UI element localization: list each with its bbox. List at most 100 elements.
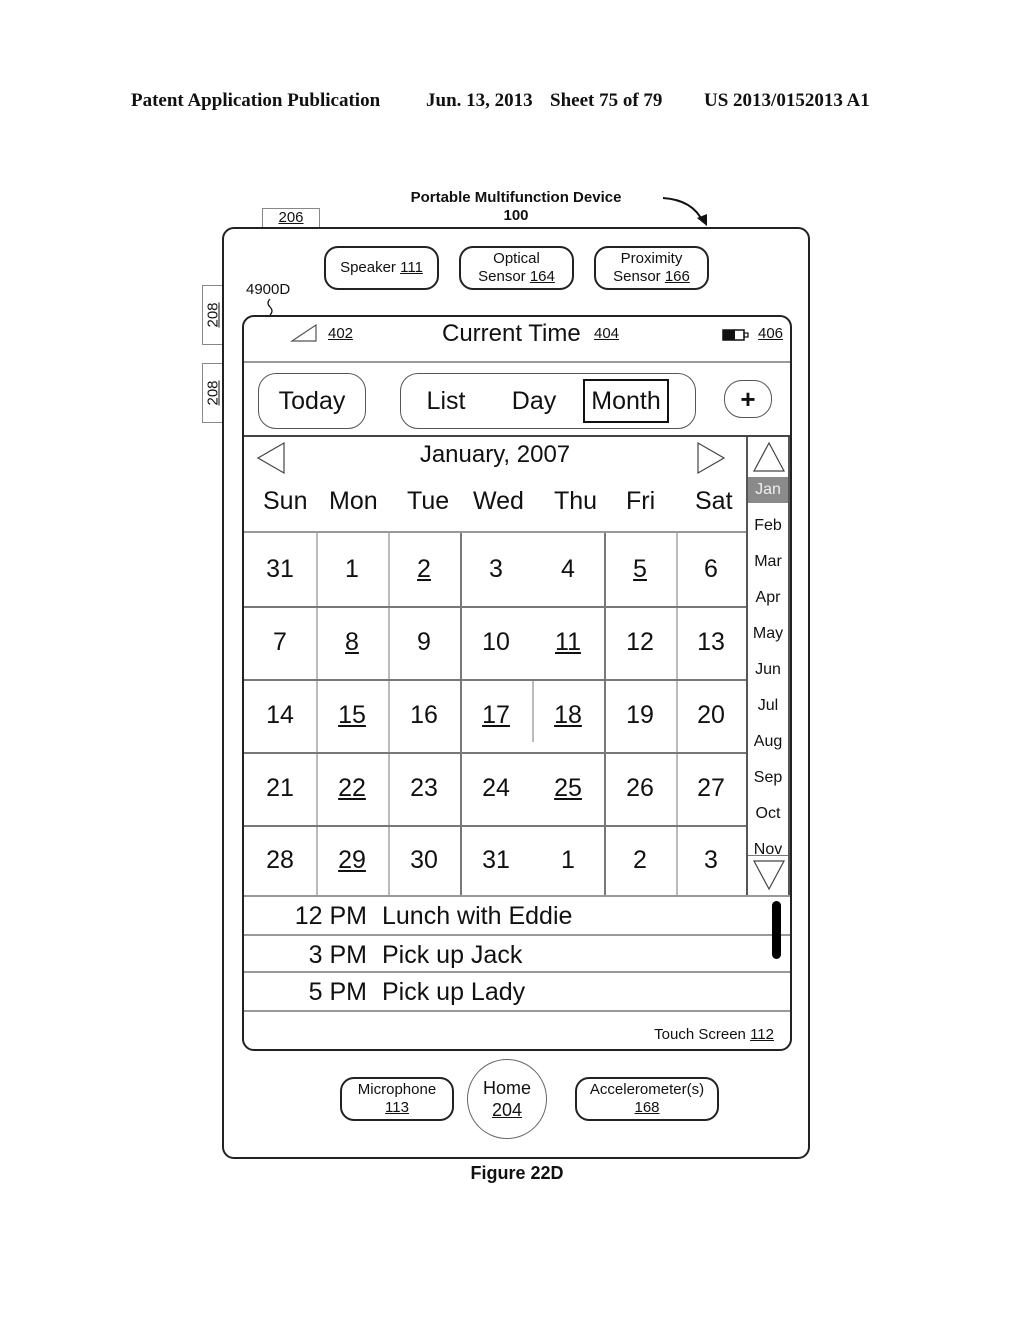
toolbar: Today List Day Month + bbox=[244, 363, 790, 437]
accelerometer-label: Accelerometer(s) bbox=[589, 1081, 705, 1098]
day-number: 10 bbox=[482, 628, 510, 656]
calendar-day-cell[interactable]: 9 bbox=[388, 606, 460, 679]
day-name-fri: Fri bbox=[626, 487, 656, 515]
calendar-day-cell[interactable]: 19 bbox=[604, 679, 676, 752]
proximity-sensor-component: Proximity Sensor 166 bbox=[594, 246, 709, 290]
calendar-day-cell[interactable]: 6 bbox=[676, 533, 746, 606]
calendar-day-cell[interactable]: 27 bbox=[676, 752, 746, 825]
scroll-down-arrow-icon[interactable] bbox=[752, 859, 786, 891]
day-number: 1 bbox=[561, 845, 575, 874]
month-item-feb[interactable]: Feb bbox=[748, 513, 788, 539]
calendar-day-cell[interactable]: 3 bbox=[460, 533, 532, 606]
calendar-day-cell[interactable]: 1 bbox=[532, 825, 604, 895]
home-button[interactable]: Home 204 bbox=[467, 1059, 547, 1139]
scroll-up-arrow-icon[interactable] bbox=[752, 441, 786, 473]
calendar-day-cell[interactable]: 22 bbox=[316, 752, 388, 825]
tab-month[interactable]: Month bbox=[583, 379, 669, 423]
day-number: 1 bbox=[345, 555, 359, 583]
calendar-day-cell[interactable]: 17 bbox=[460, 679, 532, 752]
day-number: 3 bbox=[704, 845, 718, 874]
calendar-day-cell[interactable]: 12 bbox=[604, 606, 676, 679]
month-item-oct[interactable]: Oct bbox=[748, 801, 788, 827]
event-list-scrollbar[interactable] bbox=[772, 901, 781, 959]
calendar-day-cell[interactable]: 30 bbox=[388, 825, 460, 895]
month-item-jun[interactable]: Jun bbox=[748, 657, 788, 683]
calendar-day-cell[interactable]: 31 bbox=[244, 533, 316, 606]
event-row[interactable]: 3 PM Pick up Jack bbox=[244, 934, 790, 973]
side-button-208-top[interactable]: 208 bbox=[202, 285, 222, 345]
add-event-button[interactable]: + bbox=[724, 380, 772, 418]
touch-screen-text: Touch Screen bbox=[654, 1026, 746, 1043]
day-number: 31 bbox=[266, 555, 294, 583]
calendar-day-cell[interactable]: 24 bbox=[460, 752, 532, 825]
microphone-label: Microphone bbox=[357, 1081, 437, 1098]
tab-month-label: Month bbox=[591, 386, 661, 415]
tab-day[interactable]: Day bbox=[499, 374, 569, 428]
side-button-label: 208 bbox=[204, 380, 221, 406]
battery-icon bbox=[722, 329, 749, 341]
month-title: January, 2007 bbox=[419, 441, 571, 468]
calendar-grid: 31 1 2 3 4 5 6 7 8 9 10 11 12 13 14 15 16 17 18 19 20 21 22 23 2… bbox=[244, 531, 746, 897]
calendar-day-cell[interactable]: 3 bbox=[676, 825, 746, 895]
calendar-day-cell[interactable]: 8 bbox=[316, 606, 388, 679]
month-item-jan[interactable]: Jan bbox=[748, 477, 788, 503]
calendar-day-cell[interactable]: 21 bbox=[244, 752, 316, 825]
calendar-day-cell[interactable]: 20 bbox=[676, 679, 746, 752]
calendar-day-cell[interactable]: 23 bbox=[388, 752, 460, 825]
today-label: Today bbox=[278, 386, 346, 415]
day-number: 12 bbox=[626, 628, 654, 656]
side-button-208-bottom[interactable]: 208 bbox=[202, 363, 222, 423]
month-item-aug[interactable]: Aug bbox=[748, 729, 788, 755]
day-number: 6 bbox=[704, 555, 718, 583]
month-item-apr[interactable]: Apr bbox=[748, 585, 788, 611]
calendar-day-cell[interactable]: 2 bbox=[388, 533, 460, 606]
calendar-day-cell[interactable]: 14 bbox=[244, 679, 316, 752]
month-item-sep[interactable]: Sep bbox=[748, 765, 788, 791]
day-number-with-event: 18 bbox=[554, 701, 582, 729]
proximity-sensor-ref: 166 bbox=[664, 268, 690, 285]
tab-list[interactable]: List bbox=[411, 374, 481, 428]
calendar-day-cell[interactable]: 15 bbox=[316, 679, 388, 752]
calendar-day-cell[interactable]: 28 bbox=[244, 825, 316, 895]
event-time: 5 PM bbox=[308, 978, 367, 1006]
day-name-thu: Thu bbox=[554, 487, 598, 515]
day-name-tue: Tue bbox=[407, 487, 450, 515]
calendar-day-cell[interactable]: 13 bbox=[676, 606, 746, 679]
calendar-day-cell[interactable]: 1 bbox=[316, 533, 388, 606]
calendar-day-cell[interactable]: 11 bbox=[532, 606, 604, 679]
speaker-label: Speaker bbox=[340, 259, 396, 276]
calendar-day-cell[interactable]: 4 bbox=[532, 533, 604, 606]
calendar-day-cell[interactable]: 25 bbox=[532, 752, 604, 825]
calendar-day-cell[interactable]: 5 bbox=[604, 533, 676, 606]
optical-sensor-ref: 164 bbox=[529, 268, 555, 285]
event-title: Pick up Lady bbox=[382, 978, 526, 1006]
tab-day-label: Day bbox=[511, 386, 557, 415]
today-button[interactable]: Today bbox=[258, 373, 366, 429]
event-row[interactable]: 5 PM Pick up Lady bbox=[244, 971, 790, 1012]
side-button-label: 208 bbox=[204, 302, 221, 328]
tab-list-label: List bbox=[426, 386, 466, 415]
calendar-day-cell[interactable]: 26 bbox=[604, 752, 676, 825]
calendar-day-cell[interactable]: 16 bbox=[388, 679, 460, 752]
day-number: 4 bbox=[561, 555, 575, 583]
calendar-day-cell[interactable]: 10 bbox=[460, 606, 532, 679]
month-item-may[interactable]: May bbox=[748, 621, 788, 647]
proximity-sensor-label: Proximity bbox=[620, 250, 683, 267]
event-row[interactable]: 12 PM Lunch with Eddie bbox=[244, 895, 790, 934]
calendar-day-cell[interactable]: 7 bbox=[244, 606, 316, 679]
publication-label: Patent Application Publication bbox=[131, 90, 381, 111]
month-item-jul[interactable]: Jul bbox=[748, 693, 788, 719]
next-month-arrow-icon[interactable] bbox=[696, 441, 726, 475]
month-item-mar[interactable]: Mar bbox=[748, 549, 788, 575]
day-number-with-event: 17 bbox=[482, 701, 510, 729]
status-bar: 402 Current Time 404 406 bbox=[244, 317, 790, 363]
calendar-day-cell[interactable]: 18 bbox=[532, 679, 604, 752]
month-item-nov[interactable]: Nov bbox=[748, 837, 788, 863]
event-time: 12 PM bbox=[294, 902, 367, 930]
calendar-day-cell[interactable]: 31 bbox=[460, 825, 532, 895]
home-label: Home bbox=[482, 1078, 531, 1098]
day-number: 19 bbox=[626, 701, 654, 729]
day-number: 26 bbox=[626, 774, 654, 802]
calendar-day-cell[interactable]: 2 bbox=[604, 825, 676, 895]
calendar-day-cell[interactable]: 29 bbox=[316, 825, 388, 895]
